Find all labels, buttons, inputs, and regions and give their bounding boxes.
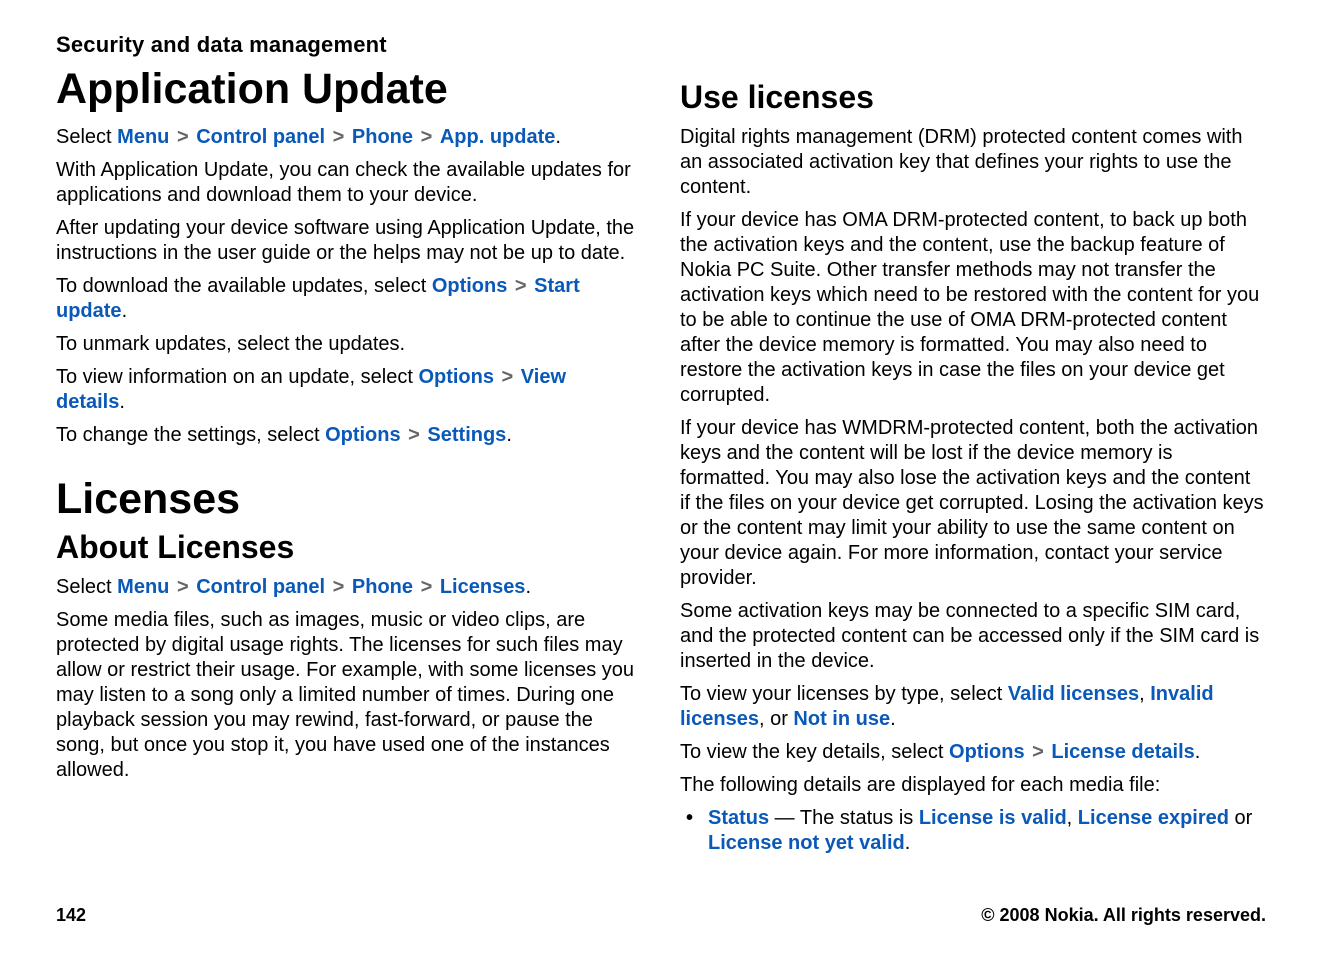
heading-use-licenses: Use licenses: [680, 80, 1264, 115]
text: To view your licenses by type, select: [680, 683, 1008, 705]
text: To view the key details, select: [680, 741, 949, 763]
text: ,: [1067, 807, 1078, 829]
nav-sep: >: [419, 126, 435, 148]
kw-license-details: License details: [1051, 741, 1194, 763]
nav-sep: >: [331, 126, 347, 148]
details-list: Status — The status is License is valid,…: [680, 806, 1264, 856]
kw-options: Options: [949, 741, 1025, 763]
text: To change the settings, select: [56, 424, 325, 446]
text: .: [525, 576, 531, 598]
paragraph: The following details are displayed for …: [680, 773, 1264, 798]
document-page: Security and data management Application…: [0, 0, 1322, 954]
text: To view information on an update, select: [56, 366, 418, 388]
paragraph: To view your licenses by type, select Va…: [680, 682, 1264, 732]
text: .: [122, 300, 128, 322]
paragraph: Some activation keys may be connected to…: [680, 599, 1264, 674]
kw-license-not-yet-valid: License not yet valid: [708, 832, 905, 854]
text: .: [119, 391, 125, 413]
text: To download the available updates, selec…: [56, 275, 432, 297]
paragraph: To view information on an update, select…: [56, 365, 640, 415]
kw-options: Options: [418, 366, 494, 388]
text: .: [905, 832, 911, 854]
page-number: 142: [56, 905, 86, 926]
nav-sep: >: [401, 424, 428, 446]
paragraph: To view the key details, select Options …: [680, 740, 1264, 765]
nav-menu: Menu: [117, 126, 169, 148]
text: .: [555, 126, 561, 148]
right-column: Use licenses Digital rights management (…: [680, 62, 1264, 856]
text: — The status is: [769, 807, 919, 829]
nav-phone: Phone: [352, 126, 413, 148]
nav-path-app-update: Select Menu > Control panel > Phone > Ap…: [56, 125, 640, 150]
text: Select: [56, 126, 117, 148]
paragraph: If your device has OMA DRM-protected con…: [680, 208, 1264, 408]
nav-sep: >: [494, 366, 521, 388]
paragraph: After updating your device software usin…: [56, 216, 640, 266]
nav-sep: >: [419, 576, 435, 598]
paragraph: Digital rights management (DRM) protecte…: [680, 125, 1264, 200]
paragraph: With Application Update, you can check t…: [56, 158, 640, 208]
kw-status: Status: [708, 807, 769, 829]
paragraph: To change the settings, select Options >…: [56, 423, 640, 448]
left-column: Application Update Select Menu > Control…: [56, 62, 640, 856]
nav-sep: >: [175, 126, 191, 148]
heading-licenses: Licenses: [56, 476, 640, 523]
text: Select: [56, 576, 117, 598]
text: .: [890, 708, 896, 730]
heading-application-update: Application Update: [56, 66, 640, 113]
paragraph: To download the available updates, selec…: [56, 274, 640, 324]
nav-sep: >: [175, 576, 191, 598]
kw-license-is-valid: License is valid: [919, 807, 1067, 829]
section-header: Security and data management: [56, 32, 1266, 58]
paragraph: To unmark updates, select the updates.: [56, 332, 640, 357]
text: , or: [759, 708, 793, 730]
paragraph: Some media files, such as images, music …: [56, 608, 640, 783]
kw-license-expired: License expired: [1078, 807, 1229, 829]
nav-menu: Menu: [117, 576, 169, 598]
kw-options: Options: [325, 424, 401, 446]
copyright: © 2008 Nokia. All rights reserved.: [981, 905, 1266, 926]
text: .: [506, 424, 512, 446]
nav-sep: >: [507, 275, 534, 297]
list-item: Status — The status is License is valid,…: [680, 806, 1264, 856]
nav-app-update: App. update: [440, 126, 556, 148]
text: ,: [1139, 683, 1150, 705]
nav-control-panel: Control panel: [196, 576, 325, 598]
nav-control-panel: Control panel: [196, 126, 325, 148]
text: .: [1195, 741, 1201, 763]
kw-options: Options: [432, 275, 508, 297]
nav-path-licenses: Select Menu > Control panel > Phone > Li…: [56, 575, 640, 600]
nav-phone: Phone: [352, 576, 413, 598]
heading-about-licenses: About Licenses: [56, 530, 640, 565]
kw-not-in-use: Not in use: [793, 708, 890, 730]
page-footer: 142 © 2008 Nokia. All rights reserved.: [56, 905, 1266, 926]
nav-sep: >: [1025, 741, 1052, 763]
nav-sep: >: [331, 576, 347, 598]
two-column-layout: Application Update Select Menu > Control…: [56, 62, 1266, 856]
nav-licenses: Licenses: [440, 576, 526, 598]
paragraph: If your device has WMDRM-protected conte…: [680, 416, 1264, 591]
text: or: [1229, 807, 1252, 829]
kw-valid-licenses: Valid licenses: [1008, 683, 1139, 705]
kw-settings: Settings: [427, 424, 506, 446]
